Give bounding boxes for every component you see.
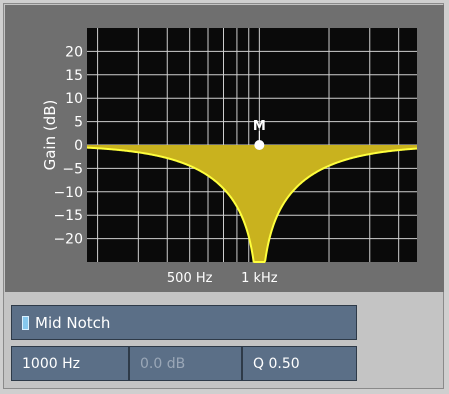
q-field[interactable]: Q 0.50 [242,346,357,381]
y-tick-label: 20 [65,44,83,60]
y-axis-label: Gain (dB) [41,100,59,171]
frequency-response-panel: 20 15 10 5 0 −5 −10 −15 −20 500 Hz 1 kHz Gain (dB… [5,5,444,292]
y-tick-label: −15 [53,208,83,224]
x-tick-label: 500 Hz [167,271,213,286]
y-tick-label: 0 [74,138,83,154]
band-color-swatch [22,315,29,330]
y-tick-label: −20 [53,232,83,248]
frequency-response-chart[interactable]: 20 15 10 5 0 −5 −10 −15 −20 500 Hz 1 kHz Gain (dB… [5,5,444,292]
y-tick-label: 15 [65,68,83,84]
gain-field[interactable]: 0.0 dB [129,346,242,381]
marker-label: M [253,119,266,134]
y-tick-label: −5 [62,161,83,177]
y-tick-label: −10 [53,185,83,201]
y-tick-label: 5 [74,115,83,131]
frequency-field[interactable]: 1000 Hz [11,346,129,381]
y-tick-label: 10 [65,91,83,107]
band-name: Mid Notch [35,313,111,332]
band-selector[interactable]: Mid Notch [11,305,357,340]
x-tick-label: 1 kHz [241,271,278,286]
